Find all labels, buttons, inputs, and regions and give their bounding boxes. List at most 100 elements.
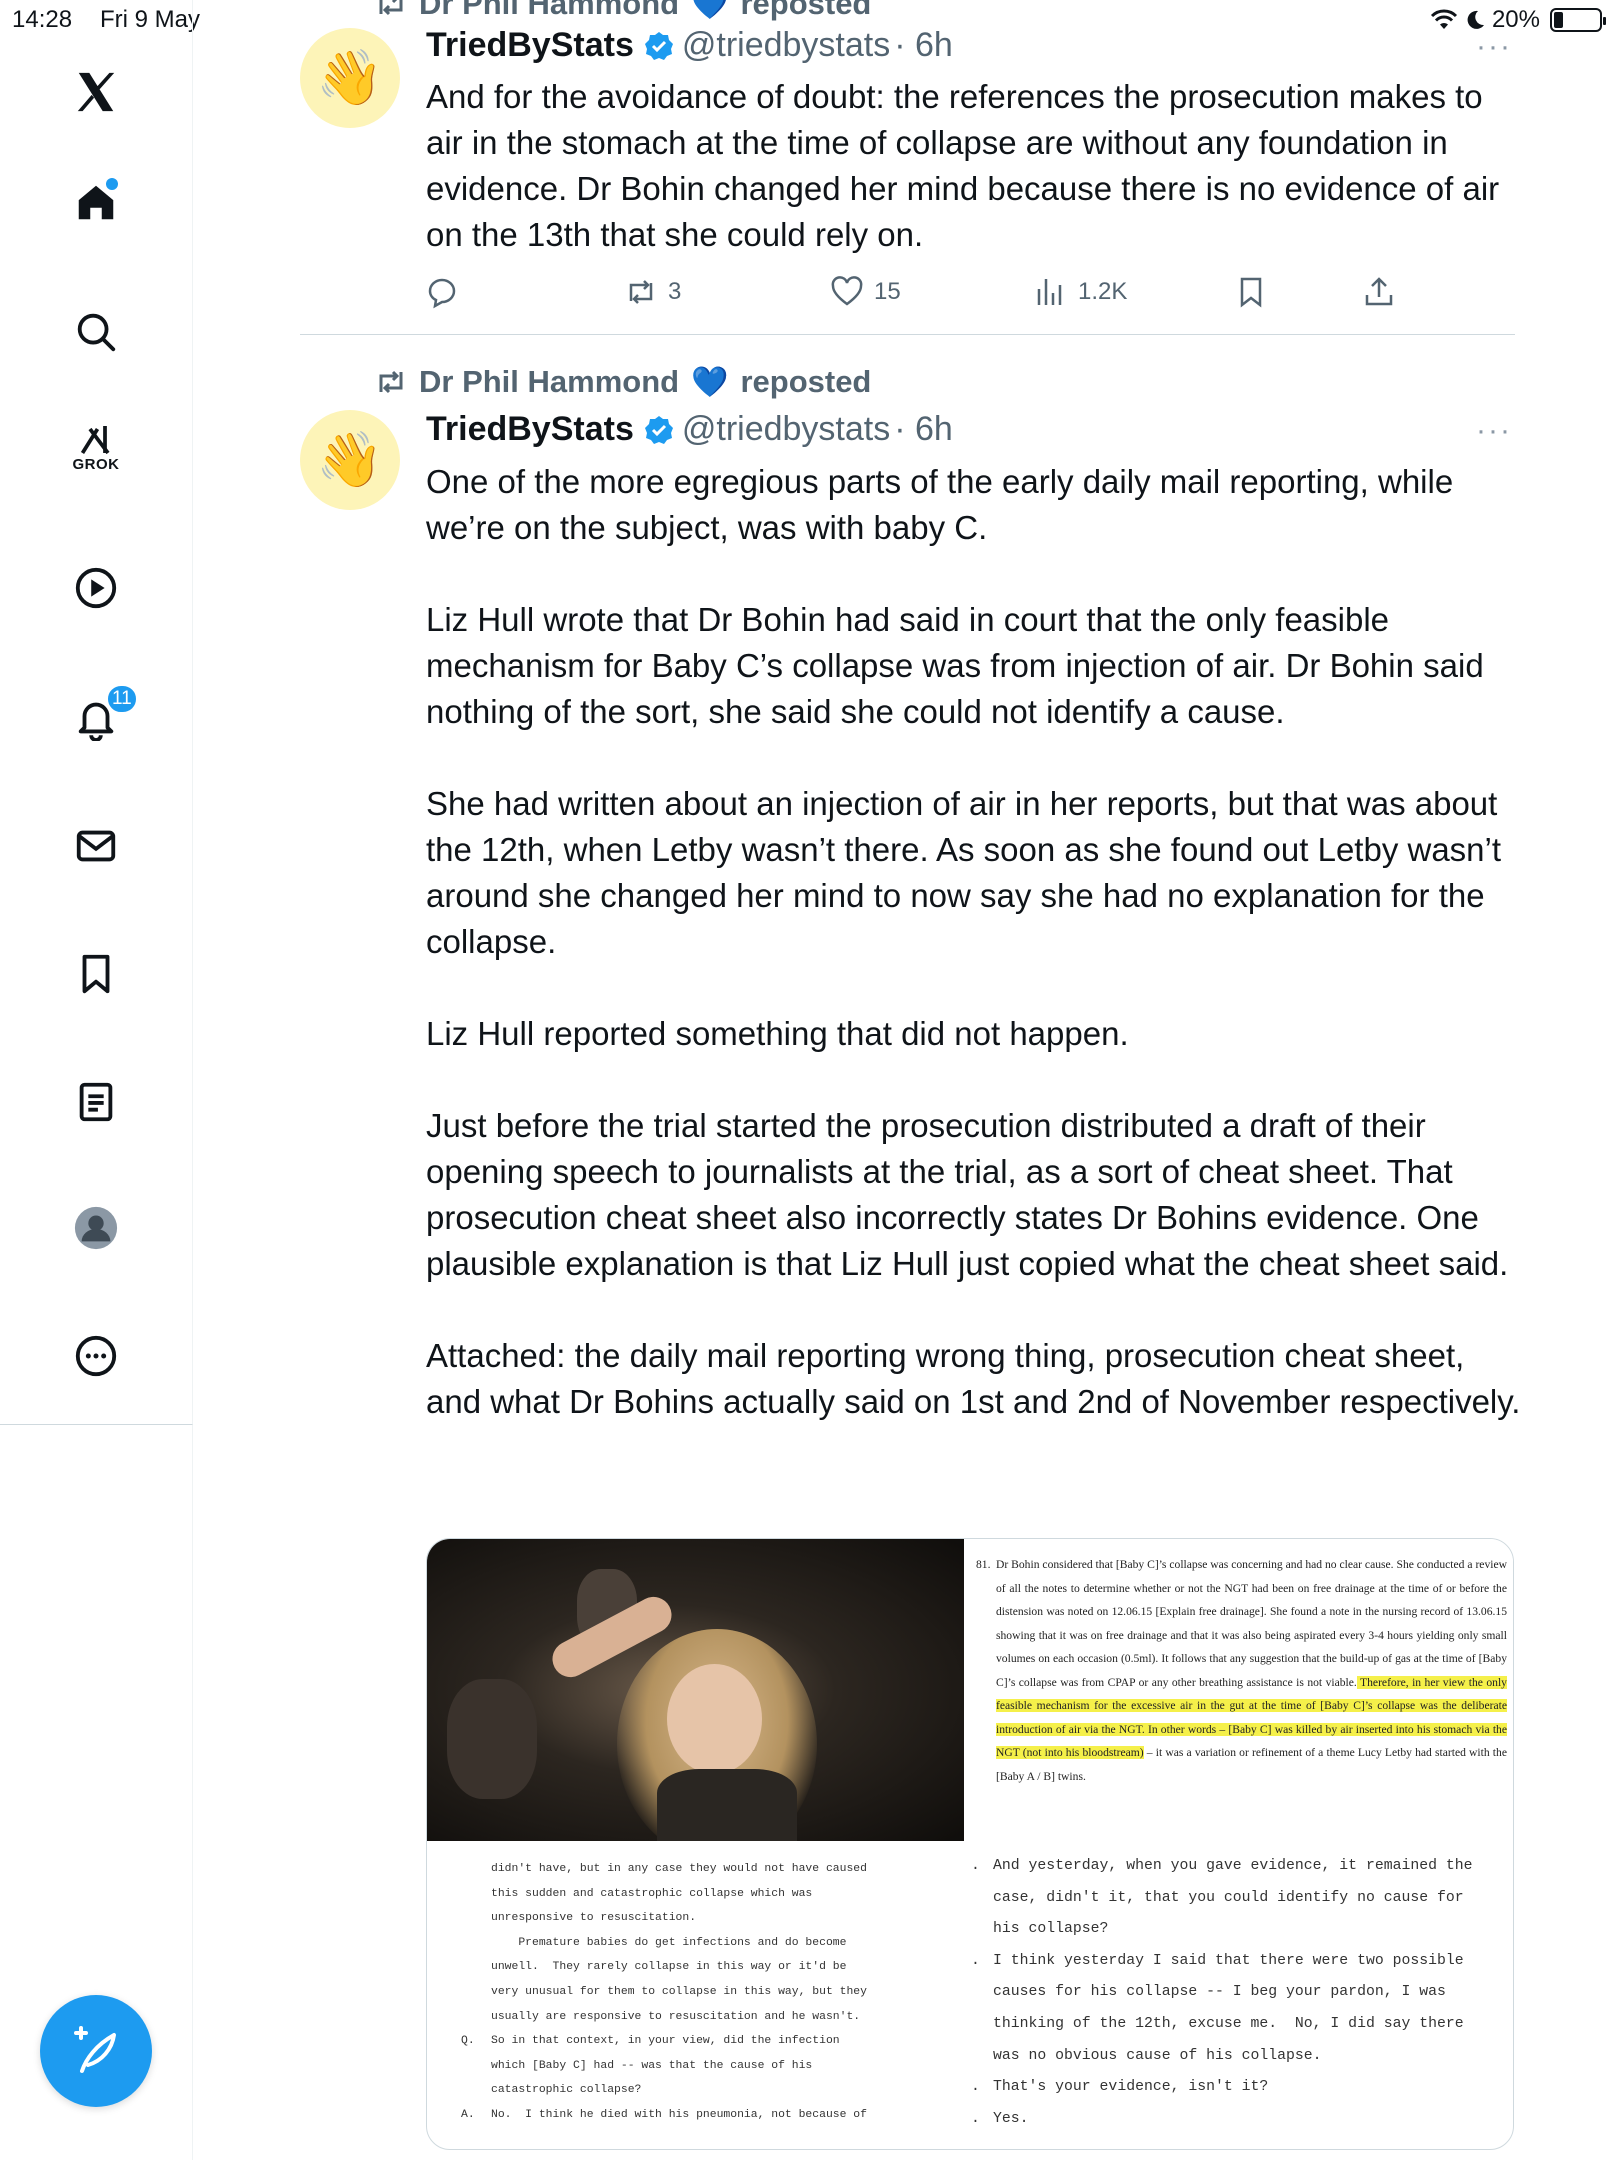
bookmark-icon [1240,277,1262,308]
sidebar-item-profile[interactable] [68,1200,124,1256]
x-logo-icon[interactable] [68,64,124,120]
sidebar-item-lists[interactable] [68,1074,124,1130]
transcript-speaker-marker: . [971,2079,980,2096]
sidebar-item-more[interactable] [68,1328,124,1384]
repost-indicator: Dr Phil Hammond 💙 reposted [375,0,871,22]
sidebar-item-messages[interactable] [68,818,124,874]
blue-heart-icon: 💙 [691,365,729,399]
tweet-paragraph: She had written about an injection of ai… [426,785,1502,960]
transcript-line-text: which [Baby C] had -- was that the cause… [491,2059,813,2072]
repost-by-name[interactable]: Dr Phil Hammond [419,364,679,400]
repost-icon [629,280,653,304]
sidebar-item-explore[interactable] [68,304,124,360]
transcript-line-text: That's your evidence, isn't it? [993,2079,1269,2096]
sidebar-item-videos[interactable] [68,560,124,616]
tweet-paragraph: Attached: the daily mail reporting wrong… [426,1337,1521,1420]
report-text: Dr Bohin considered that [Baby C]’s coll… [996,1553,1507,1788]
repost-count: 3 [668,278,682,305]
transcript-speaker-marker: . [971,2110,980,2127]
tweet-paragraph: One of the more egregious parts of the e… [426,463,1454,546]
author-name[interactable]: TriedByStats [426,26,634,65]
tweet-text: And for the avoidance of doubt: the refe… [426,78,1500,253]
sidebar-item-notifications[interactable]: 11 [68,684,138,746]
tweet-header: TriedByStats @triedbystats · 6h [426,410,953,449]
transcript-speaker-marker: . [971,1858,980,1874]
transcript-line: case, didn't it, that you could identify… [993,1883,1513,1915]
media-grid[interactable]: 81. Dr Bohin considered that [Baby C]’s … [426,1538,1514,2150]
transcript-line: very unusual for them to collapse in thi… [491,1980,971,2005]
mail-icon [76,830,116,862]
compose-icon [74,2026,116,2073]
tweet-more-button[interactable]: ··· [1476,30,1512,64]
view-count: 1.2K [1078,278,1128,305]
repost-suffix: reposted [740,0,872,21]
transcript-line: . And yesterday, when you gave evidence, … [971,1851,1513,1883]
tweet-time[interactable]: · 6h [894,410,953,449]
sidebar-item-grok[interactable]: GROK [68,420,124,476]
report-text-plain: Dr Bohin considered that [Baby C]’s coll… [996,1558,1507,1689]
tweet-more-button[interactable]: ··· [1476,414,1512,448]
avatar-icon [74,1206,118,1250]
wave-icon: 👋 [316,47,384,108]
tweet-time[interactable]: · 6h [894,26,953,65]
transcript-line-text: Premature babies do get infections and d… [491,1936,847,1949]
author-handle[interactable]: @triedbystats [682,26,890,65]
transcript-line: . I think yesterday I said that there wer… [971,1946,1513,1978]
notification-badge: 11 [106,684,138,714]
transcript-line: catastrophic collapse? [491,2078,971,2103]
transcript-speaker-marker: A. [461,2108,475,2121]
transcript-line: unwell. They rarely collapse in this way… [491,1955,971,1980]
more-icon [75,1335,117,1377]
attached-transcript-right[interactable]: . And yesterday, when you gave evidence, … [971,1841,1513,2149]
wifi-icon [1430,9,1458,29]
transcript-line: thinking of the 12th, excuse me. No, I d… [993,2009,1513,2041]
author-handle[interactable]: @triedbystats [682,410,890,449]
blue-heart-icon: 💙 [691,0,729,21]
transcript-line-text: Yes. [993,2110,1029,2127]
sidebar-divider [192,1425,193,2160]
tweet-actions: 3 15 1.2K [426,275,1426,315]
repost-button[interactable]: 3 [624,275,681,309]
transcript-line-text: unresponsive to resuscitation. [491,1912,697,1925]
tweet-header: TriedByStats @triedbystats · 6h [426,26,953,65]
sidebar-item-home[interactable] [68,174,124,230]
views-icon [1037,279,1062,305]
reply-button[interactable] [426,275,460,309]
attached-transcript-left[interactable]: didn't have, but in any case they would … [427,1841,971,2149]
transcript-line: this sudden and catastrophic collapse wh… [491,1882,971,1907]
list-icon [79,1082,113,1122]
search-icon [77,313,116,352]
transcript-line-text: was no obvious cause of his collapse. [993,2047,1322,2064]
views-button[interactable]: 1.2K [1034,275,1127,309]
status-right: 20% [1430,6,1606,34]
tweet-divider [300,334,1515,335]
sidebar-item-bookmarks[interactable] [68,946,124,1002]
attached-report-image[interactable]: 81. Dr Bohin considered that [Baby C]’s … [964,1539,1513,1841]
author-avatar[interactable]: 👋 [300,410,400,510]
tweet-paragraph: Just before the trial started the prosec… [426,1107,1509,1282]
compose-button[interactable] [40,1995,152,2107]
bookmark-button[interactable] [1234,275,1268,309]
transcript-line: was no obvious cause of his collapse. [993,2041,1513,2073]
repost-suffix: reposted [740,364,872,399]
repost-by-name[interactable]: Dr Phil Hammond [419,0,679,22]
transcript-line-text: usually are responsive to resuscitation … [491,2010,861,2023]
repost-indicator: Dr Phil Hammond 💙 reposted [375,364,871,400]
author-name[interactable]: TriedByStats [426,410,634,449]
sidebar-nav: GROK 11 [0,0,193,1425]
verified-icon [644,415,673,444]
share-icon [1365,277,1393,306]
transcript-line: causes for his collapse -- I beg your pa… [993,1977,1513,2009]
transcript-line-text: case, didn't it, that you could identify… [993,1889,1464,1906]
home-unread-dot [106,178,118,190]
like-count: 15 [874,278,901,305]
transcript-line-text: I think yesterday I said that there were… [993,1952,1464,1969]
wave-icon: 👋 [316,429,384,490]
share-button[interactable] [1362,275,1396,309]
attached-photo[interactable] [427,1539,964,1841]
author-avatar[interactable]: 👋 [300,28,400,128]
transcript-line-text: catastrophic collapse? [491,2084,642,2097]
transcript-line-text: very unusual for them to collapse in thi… [491,1985,867,1998]
battery-icon [1550,8,1606,32]
like-button[interactable]: 15 [830,275,901,309]
